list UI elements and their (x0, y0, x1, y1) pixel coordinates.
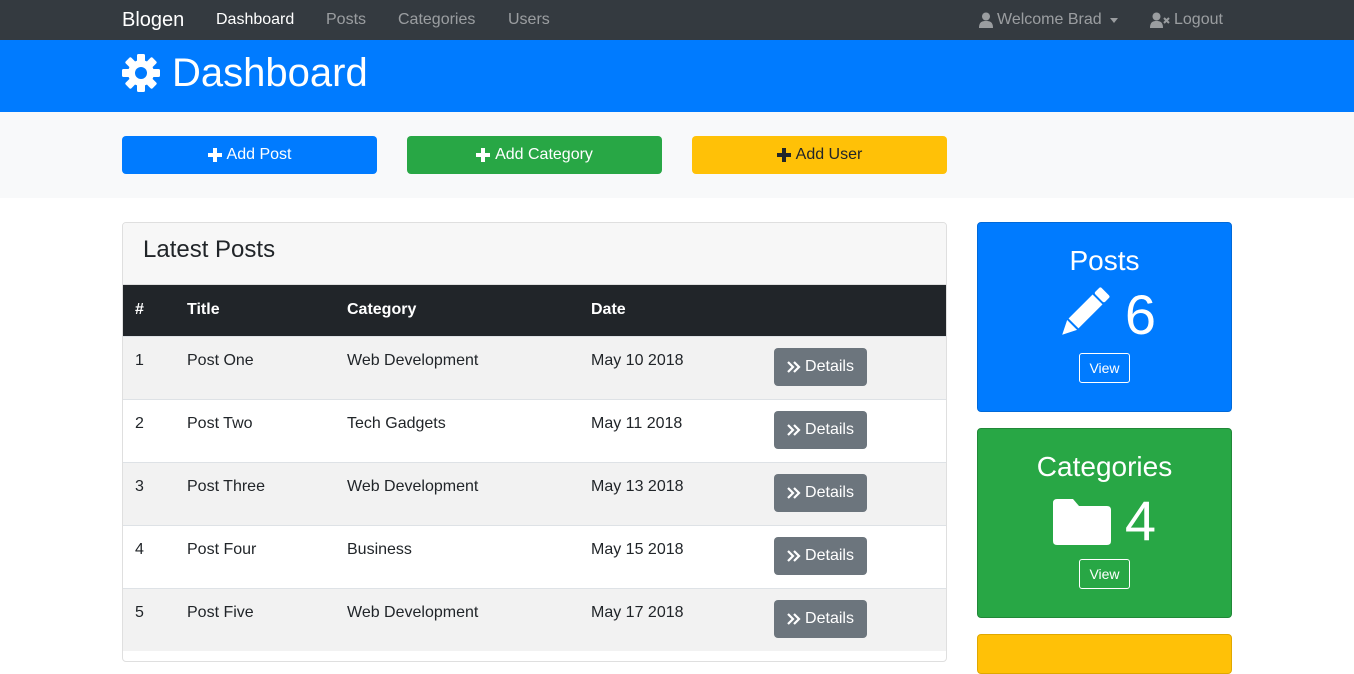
table-row: 1 Post One Web Development May 10 2018 D… (123, 336, 946, 399)
user-icon (979, 12, 993, 28)
details-button[interactable]: Details (774, 536, 867, 575)
card-header: Latest Posts (123, 223, 946, 285)
add-category-label: Add Category (495, 146, 593, 163)
brand-logo[interactable]: Blogen (122, 8, 184, 32)
logout-label: Logout (1174, 11, 1223, 28)
posts-view-button[interactable]: View (1079, 353, 1130, 383)
table-row: 5 Post Five Web Development May 17 2018 … (123, 588, 946, 651)
cell-title: Post One (187, 351, 254, 369)
table-row: 2 Post Two Tech Gadgets May 11 2018 Deta… (123, 399, 946, 462)
posts-stat-value: 6 (978, 283, 1231, 347)
details-label: Details (805, 357, 854, 375)
column-header-title: Title (187, 301, 220, 319)
column-header-actions (762, 285, 946, 336)
cell-date: May 15 2018 (591, 540, 684, 558)
add-user-button[interactable]: Add User (692, 136, 947, 174)
add-user-label: Add User (795, 146, 863, 163)
folder-icon (1052, 499, 1111, 545)
details-button[interactable]: Details (774, 410, 867, 449)
page-title-text: Dashboard (172, 51, 368, 95)
details-label: Details (805, 420, 854, 438)
plus-icon (476, 148, 491, 162)
caret-down-icon (1109, 17, 1118, 23)
add-post-button[interactable]: Add Post (122, 136, 377, 174)
details-label: Details (805, 483, 854, 501)
cell-date: May 10 2018 (591, 351, 684, 369)
posts-stat-title: Posts (1069, 245, 1140, 276)
cell-date: May 17 2018 (591, 603, 684, 621)
details-label: Details (805, 609, 854, 627)
table-row: 3 Post Three Web Development May 13 2018… (123, 462, 946, 525)
column-header-category: Category (347, 301, 417, 319)
cell-title: Post Five (187, 603, 254, 621)
cell-category: Tech Gadgets (347, 414, 446, 432)
details-label: Details (805, 546, 854, 564)
actions-bar: Add Post Add Category Add User (0, 112, 1354, 198)
nav-link-users[interactable]: Users (508, 11, 550, 29)
page-header: Dashboard (0, 40, 1354, 112)
table-header-row: # Title Category Date (123, 285, 946, 336)
user-times-icon (1150, 12, 1170, 28)
details-button[interactable]: Details (774, 473, 867, 512)
cell-number: 2 (135, 414, 144, 432)
cell-category: Business (347, 540, 412, 558)
nav-link-dashboard[interactable]: Dashboard (216, 11, 294, 29)
cell-actions: Details (762, 525, 946, 588)
cell-actions: Details (762, 462, 946, 525)
latest-posts-card: Latest Posts # Title Category Date 1 Pos… (122, 222, 947, 662)
cell-category: Web Development (347, 351, 479, 369)
cell-actions: Details (762, 336, 946, 399)
angle-double-right-icon (787, 360, 801, 373)
plus-icon (207, 148, 222, 162)
table-row: 4 Post Four Business May 15 2018 Details (123, 525, 946, 588)
cell-title: Post Three (187, 477, 265, 495)
cell-category: Web Development (347, 477, 479, 495)
angle-double-right-icon (787, 612, 801, 625)
angle-double-right-icon (787, 549, 801, 562)
cell-number: 4 (135, 540, 144, 558)
cell-number: 3 (135, 477, 144, 495)
categories-count: 4 (1124, 489, 1157, 552)
gear-icon (122, 54, 160, 92)
categories-stat-card: Categories 4 View (977, 428, 1232, 618)
logout-link[interactable]: Logout (1150, 11, 1223, 29)
angle-double-right-icon (787, 423, 801, 436)
cell-title: Post Four (187, 540, 257, 558)
nav-link-categories[interactable]: Categories (398, 11, 475, 29)
pencil-icon (1062, 287, 1110, 335)
posts-table: # Title Category Date 1 Post One Web Dev… (123, 285, 946, 651)
card-title: Latest Posts (143, 236, 276, 263)
posts-stat-card: Posts 6 View (977, 222, 1232, 412)
cell-title: Post Two (187, 414, 253, 432)
cell-date: May 11 2018 (591, 414, 683, 432)
categories-view-button[interactable]: View (1079, 559, 1130, 589)
angle-double-right-icon (787, 486, 801, 499)
plus-icon (776, 148, 791, 162)
welcome-label: Welcome Brad (997, 11, 1102, 28)
top-navbar: Blogen Dashboard Posts Categories Users … (0, 0, 1354, 40)
user-dropdown[interactable]: Welcome Brad (979, 11, 1118, 29)
cell-actions: Details (762, 588, 946, 651)
cell-number: 5 (135, 603, 144, 621)
cell-date: May 13 2018 (591, 477, 684, 495)
column-header-number: # (135, 301, 144, 319)
cell-category: Web Development (347, 603, 479, 621)
categories-stat-value: 4 (978, 489, 1231, 553)
nav-link-posts[interactable]: Posts (326, 11, 366, 29)
posts-count: 6 (1124, 283, 1157, 346)
details-button[interactable]: Details (774, 599, 867, 638)
page-title: Dashboard (122, 49, 368, 97)
cell-number: 1 (135, 351, 144, 369)
add-post-label: Add Post (226, 146, 292, 163)
cell-actions: Details (762, 399, 946, 462)
add-category-button[interactable]: Add Category (407, 136, 662, 174)
categories-stat-title: Categories (1036, 451, 1173, 482)
users-stat-card (977, 634, 1232, 674)
column-header-date: Date (591, 301, 626, 319)
details-button[interactable]: Details (774, 347, 867, 386)
